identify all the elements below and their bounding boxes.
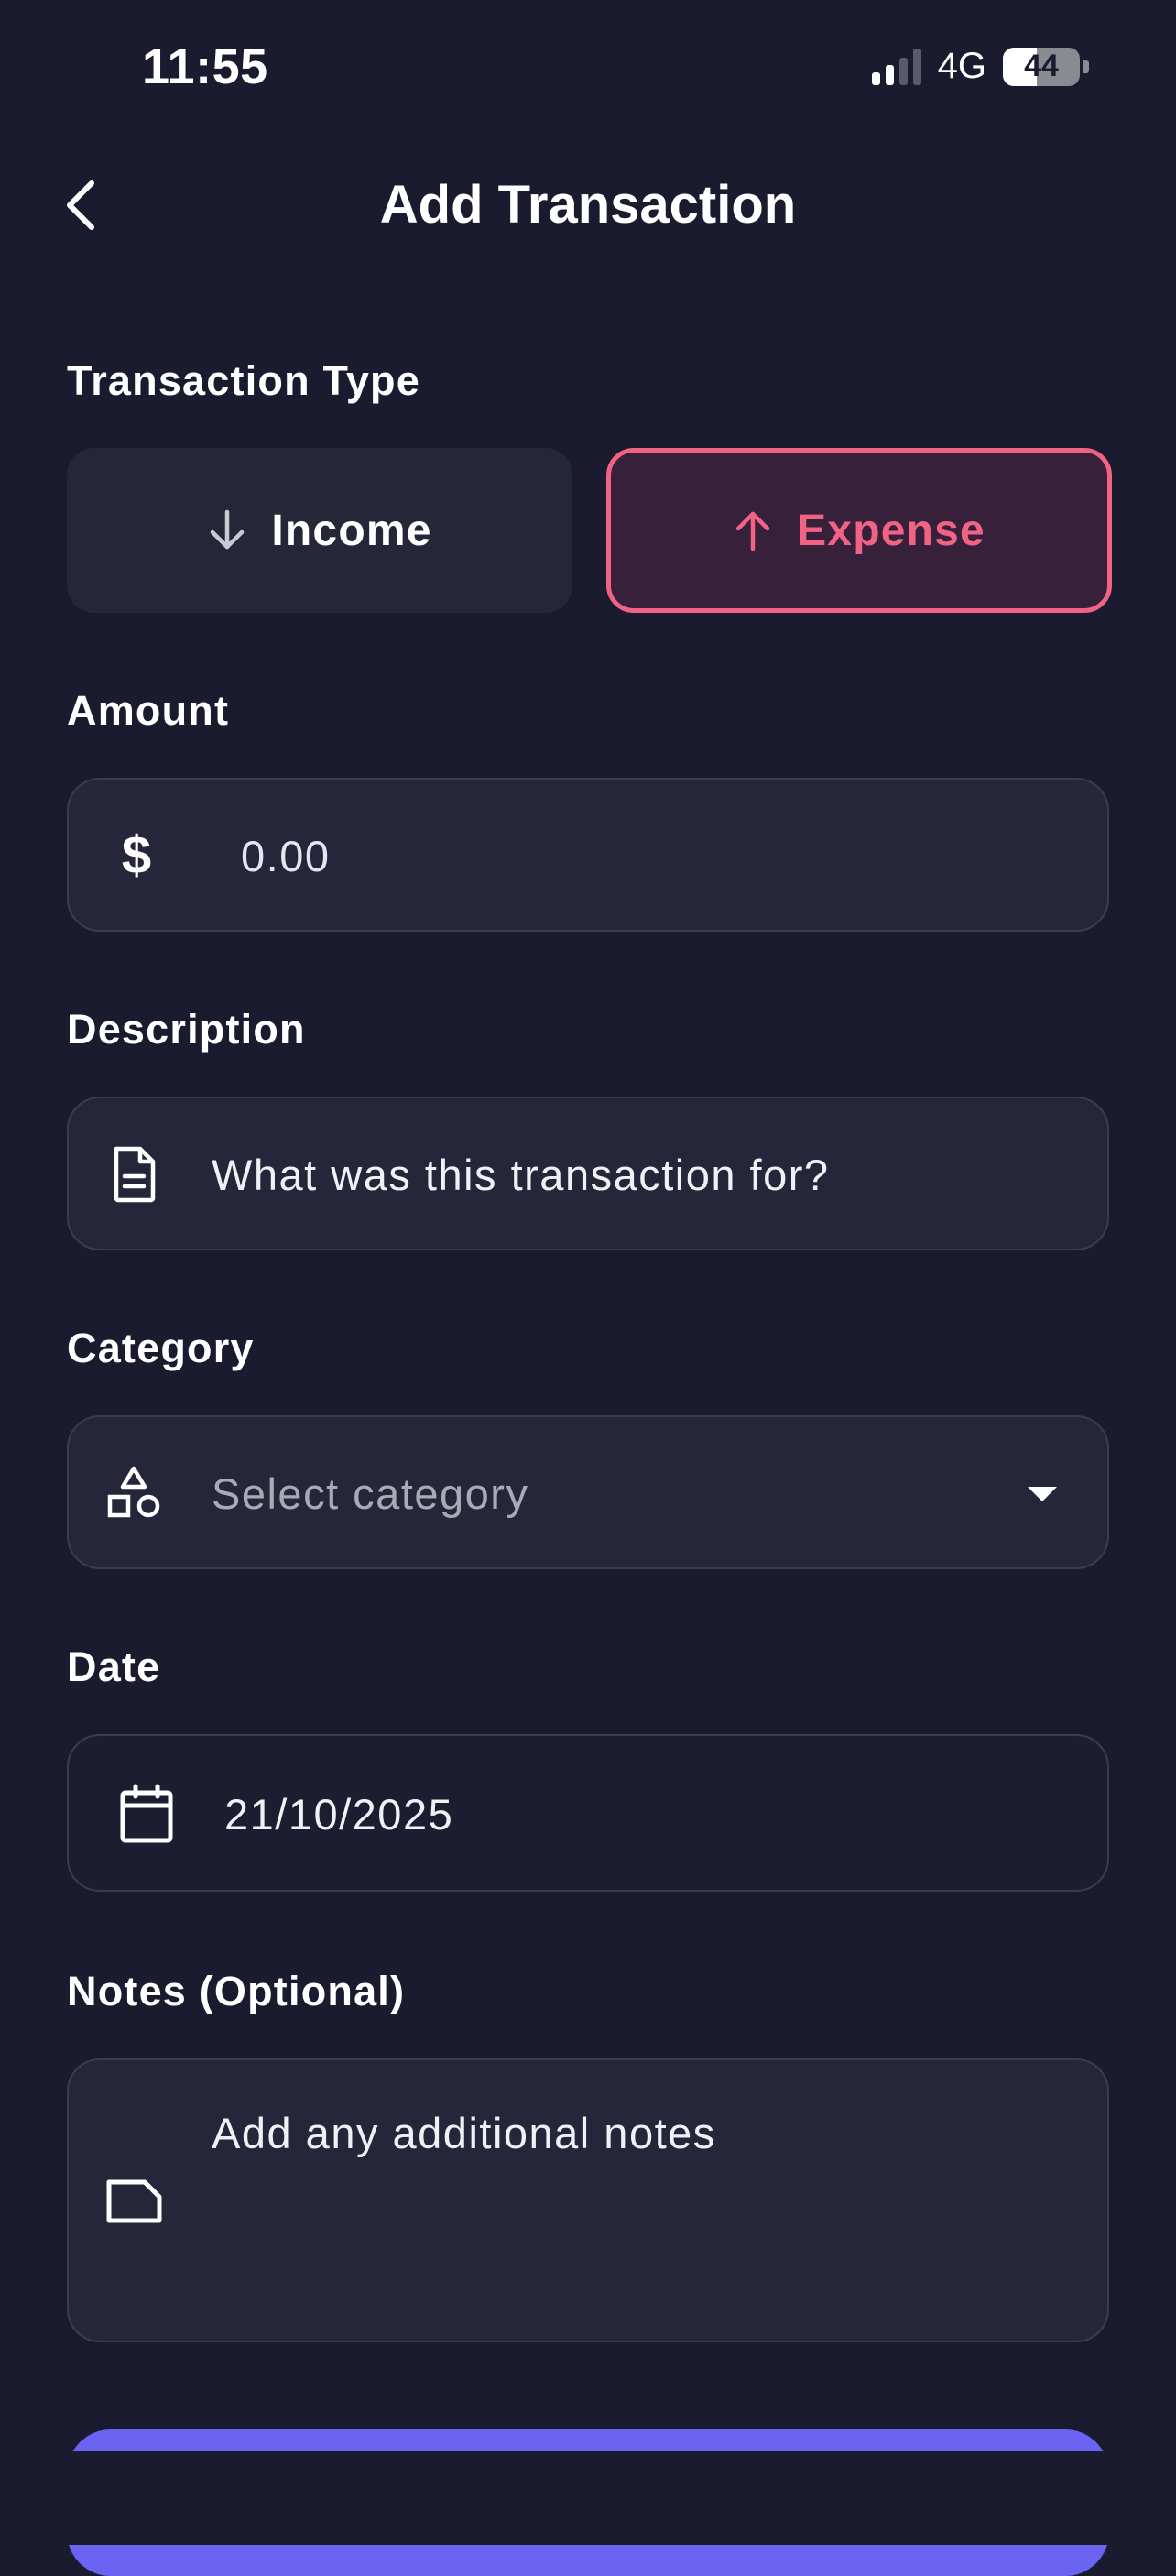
currency-symbol: $ (121, 824, 152, 885)
category-select[interactable]: Select category (67, 1415, 1109, 1569)
arrow-down-icon (211, 509, 245, 550)
bottom-background (0, 2451, 1176, 2545)
network-type: 4G (937, 46, 986, 86)
arrow-up-icon (735, 511, 770, 551)
page-title: Add Transaction (379, 175, 797, 235)
caret-down-icon (1028, 1487, 1057, 1501)
date-picker[interactable]: 21/10/2025 (67, 1734, 1109, 1892)
amount-placeholder: 0.00 (241, 832, 331, 880)
shapes-icon (103, 1463, 164, 1523)
status-indicators: 4G 44 (871, 46, 1089, 87)
amount-input[interactable]: $ 0.00 (67, 778, 1109, 932)
income-type-button[interactable]: Income (67, 448, 572, 613)
date-label: Date (67, 1643, 161, 1690)
calendar-icon (116, 1784, 177, 1846)
note-icon (103, 2176, 164, 2227)
document-icon (105, 1144, 164, 1205)
battery-icon: 44 (1003, 47, 1080, 86)
battery-level: 44 (1024, 49, 1059, 83)
date-value: 21/10/2025 (224, 1790, 454, 1839)
income-label: Income (271, 506, 432, 555)
dollar-icon: $ (109, 822, 164, 888)
status-time: 11:55 (142, 39, 268, 94)
description-input[interactable]: What was this transaction for? (67, 1097, 1109, 1250)
description-placeholder: What was this transaction for? (212, 1151, 830, 1199)
notes-textarea[interactable]: Add any additional notes (67, 2058, 1109, 2342)
notes-placeholder: Add any additional notes (212, 2109, 716, 2157)
status-bar: 11:55 4G 44 (0, 0, 1176, 137)
amount-label: Amount (67, 687, 230, 734)
notes-label: Notes (Optional) (67, 1968, 406, 2014)
battery-cap (1083, 60, 1089, 73)
expense-label: Expense (797, 506, 985, 555)
category-placeholder: Select category (212, 1469, 529, 1518)
transaction-type-label: Transaction Type (67, 357, 420, 404)
description-label: Description (67, 1006, 306, 1053)
signal-icon (871, 48, 921, 85)
category-label: Category (67, 1325, 255, 1371)
expense-type-button[interactable]: Expense (606, 448, 1112, 613)
